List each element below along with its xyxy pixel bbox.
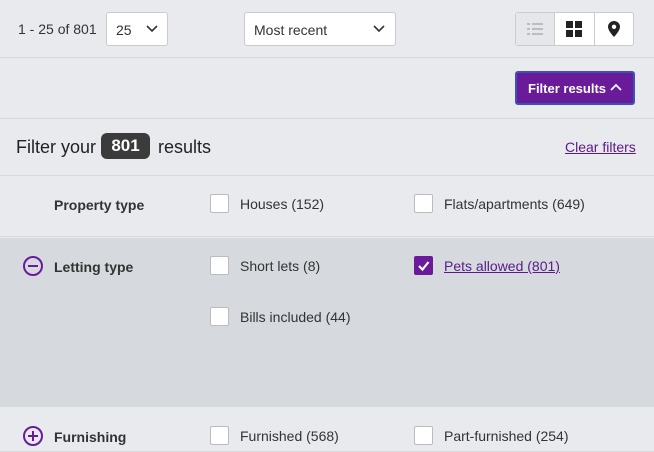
map-pin-icon [607, 21, 620, 37]
letting-type-title: Letting type [54, 259, 134, 275]
filter-results-button[interactable]: Filter results [515, 71, 635, 105]
grid-view-icon [566, 21, 583, 37]
filter-bar: Filter results [0, 59, 654, 119]
results-toolbar: 1 - 25 of 801 25 Most recent [0, 0, 654, 58]
option-label[interactable]: Pets allowed (801) [444, 258, 560, 274]
per-page-select[interactable]: 25 [106, 12, 168, 46]
option-label: Part-furnished (254) [444, 428, 569, 444]
chevron-up-icon [610, 83, 622, 91]
chevron-down-icon [146, 25, 158, 33]
checkbox[interactable] [210, 307, 229, 326]
sort-value: Most recent [254, 22, 328, 38]
property-type-title: Property type [54, 197, 145, 213]
list-view-icon [527, 23, 544, 35]
letting-type-section: Letting type Short lets (8) Pets allowed… [0, 238, 654, 407]
option-label: Bills included (44) [240, 309, 351, 325]
results-count-badge: 801 [101, 133, 150, 159]
map-view-button[interactable] [595, 13, 633, 45]
chevron-down-icon [373, 25, 385, 33]
collapse-toggle-icon[interactable] [23, 256, 43, 276]
summary-suffix: results [158, 137, 212, 157]
checkbox[interactable] [210, 194, 229, 213]
list-view-button[interactable] [516, 13, 556, 45]
per-page-value: 25 [116, 22, 132, 38]
expand-toggle-icon[interactable] [23, 426, 43, 446]
furnishing-title: Furnishing [54, 429, 127, 445]
checkmark-icon [418, 261, 430, 272]
filter-results-label: Filter results [528, 81, 607, 96]
property-type-section: Property type Houses (152) Flats/apartme… [0, 177, 654, 237]
checkbox[interactable] [210, 256, 229, 275]
checkbox[interactable] [414, 426, 433, 445]
option-label: Flats/apartments (649) [444, 196, 585, 212]
result-range: 1 - 25 of 801 [18, 21, 97, 37]
checkbox-checked[interactable] [414, 256, 433, 275]
checkbox[interactable] [414, 194, 433, 213]
clear-filters-link[interactable]: Clear filters [565, 139, 636, 155]
sort-select[interactable]: Most recent [244, 12, 396, 46]
grid-view-button[interactable] [555, 13, 595, 45]
option-label: Houses (152) [240, 196, 325, 212]
summary-prefix: Filter your [16, 137, 97, 157]
option-label: Short lets (8) [240, 258, 321, 274]
view-switcher [515, 12, 634, 46]
furnishing-section: Furnishing Furnished (568) Part-furnishe… [0, 408, 654, 452]
filter-summary: Filter your 801 results Clear filters [0, 120, 654, 176]
option-label: Furnished (568) [240, 428, 339, 444]
checkbox[interactable] [210, 426, 229, 445]
